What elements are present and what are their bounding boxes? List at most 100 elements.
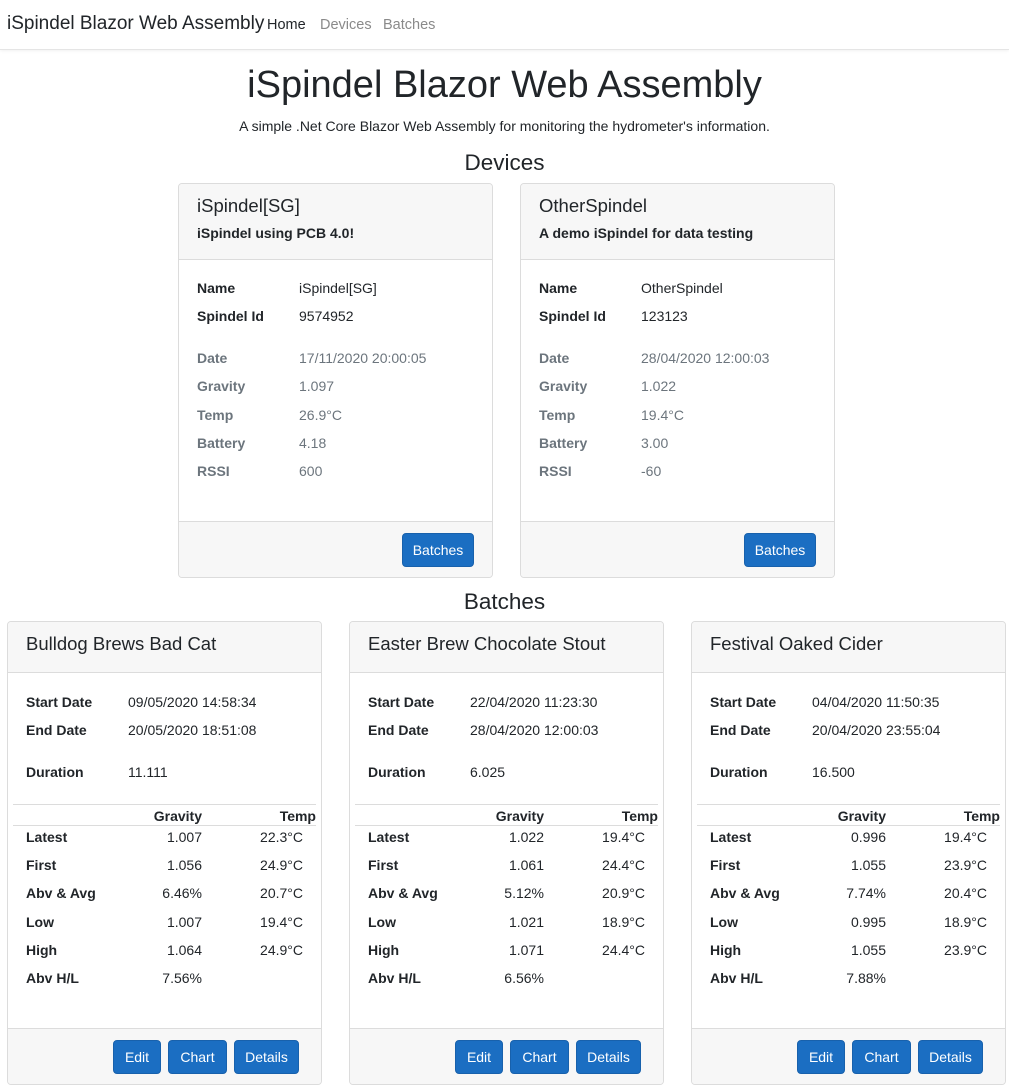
navbar-brand[interactable]: iSpindel Blazor Web Assembly — [7, 13, 264, 35]
row-label: Latest — [368, 829, 410, 845]
edit-button[interactable]: Edit — [455, 1040, 503, 1074]
batch-table-header: Gravity Temp — [697, 804, 1000, 826]
device-card: OtherSpindel A demo iSpindel for data te… — [520, 183, 835, 578]
row-temp: 24.9°C — [260, 857, 303, 873]
row-label: Latest — [26, 829, 68, 845]
row-label: High — [368, 942, 400, 958]
top-navbar: iSpindel Blazor Web Assembly Home Device… — [0, 0, 1009, 50]
device-card-header: OtherSpindel A demo iSpindel for data te… — [521, 184, 834, 260]
nav-link-batches[interactable]: Batches — [383, 17, 435, 33]
row-temp: 19.4°C — [260, 914, 303, 930]
row-gravity: 1.056 — [166, 857, 202, 873]
batch-card: Festival Oaked Cider Start Date 04/04/20… — [691, 621, 1006, 1085]
device-name-value: iSpindel[SG] — [299, 280, 377, 296]
device-batches-button[interactable]: Batches — [744, 533, 816, 567]
batch-duration-value: 11.111 — [128, 764, 168, 780]
batch-start-value: 22/04/2020 11:23:30 — [470, 694, 598, 710]
page-title: iSpindel Blazor Web Assembly — [247, 64, 762, 106]
col-gravity-header: Gravity — [837, 808, 886, 824]
batch-end-label: End Date — [710, 722, 771, 738]
nav-link-devices[interactable]: Devices — [320, 17, 372, 33]
row-temp: 23.9°C — [944, 857, 987, 873]
details-button[interactable]: Details — [576, 1040, 641, 1074]
batch-start-value: 09/05/2020 14:58:34 — [128, 694, 257, 710]
details-button[interactable]: Details — [234, 1040, 299, 1074]
device-name-label: Name — [539, 280, 578, 296]
row-label: First — [368, 857, 399, 873]
devices-heading: Devices — [464, 150, 545, 175]
row-gravity: 1.021 — [508, 914, 544, 930]
batch-duration-value: 6.025 — [470, 764, 506, 780]
device-title: iSpindel[SG] — [197, 195, 300, 216]
row-temp: 22.3°C — [260, 829, 303, 845]
row-temp: 20.9°C — [602, 885, 645, 901]
row-gravity: 0.995 — [850, 914, 886, 930]
device-id-label: Spindel Id — [197, 308, 264, 324]
row-gravity: 0.996 — [850, 829, 886, 845]
row-temp: 24.4°C — [602, 857, 645, 873]
col-temp-header: Temp — [621, 808, 658, 824]
row-gravity: 1.061 — [508, 857, 544, 873]
batch-card-header: Festival Oaked Cider — [692, 622, 1005, 673]
row-label: High — [26, 942, 58, 958]
batch-start-label: Start Date — [710, 694, 777, 710]
device-temp-value: 26.9°C — [299, 407, 342, 423]
batch-start-label: Start Date — [368, 694, 435, 710]
row-label: Low — [710, 914, 738, 930]
row-temp: 18.9°C — [602, 914, 645, 930]
row-temp: 20.7°C — [260, 885, 303, 901]
device-card-footer: Batches — [179, 521, 492, 577]
batch-duration-label: Duration — [26, 764, 84, 780]
batch-end-label: End Date — [26, 722, 87, 738]
device-rssi-value: -60 — [641, 463, 662, 479]
row-gravity: 7.74% — [846, 885, 886, 901]
row-gravity: 1.055 — [850, 857, 886, 873]
row-temp: 19.4°C — [602, 829, 645, 845]
chart-button[interactable]: Chart — [852, 1040, 911, 1074]
batch-title: Bulldog Brews Bad Cat — [26, 633, 217, 654]
row-temp: 24.4°C — [602, 942, 645, 958]
device-temp-value: 19.4°C — [641, 407, 684, 423]
batch-card-header: Bulldog Brews Bad Cat — [8, 622, 321, 673]
edit-button[interactable]: Edit — [797, 1040, 845, 1074]
row-label: Low — [26, 914, 54, 930]
device-battery-label: Battery — [197, 435, 246, 451]
batch-end-value: 20/04/2020 23:55:04 — [812, 722, 941, 738]
edit-button[interactable]: Edit — [113, 1040, 161, 1074]
row-temp: 19.4°C — [944, 829, 987, 845]
batch-card-footer: Edit Chart Details — [350, 1028, 663, 1084]
row-label: First — [26, 857, 57, 873]
batch-duration-label: Duration — [368, 764, 426, 780]
row-gravity: 7.88% — [846, 970, 886, 986]
row-gravity: 5.12% — [504, 885, 544, 901]
device-date-value: 28/04/2020 12:00:03 — [641, 350, 770, 366]
batch-end-value: 28/04/2020 12:00:03 — [470, 722, 599, 738]
details-button[interactable]: Details — [918, 1040, 983, 1074]
device-gravity-value: 1.097 — [299, 378, 335, 394]
row-label: Abv & Avg — [368, 885, 438, 901]
chart-button[interactable]: Chart — [168, 1040, 227, 1074]
batch-end-value: 20/05/2020 18:51:08 — [128, 722, 257, 738]
device-battery-value: 3.00 — [641, 435, 669, 451]
row-gravity: 7.56% — [162, 970, 202, 986]
device-gravity-label: Gravity — [539, 378, 588, 394]
device-battery-label: Battery — [539, 435, 588, 451]
row-gravity: 6.46% — [162, 885, 202, 901]
col-temp-header: Temp — [963, 808, 1000, 824]
chart-button[interactable]: Chart — [510, 1040, 569, 1074]
nav-link-home[interactable]: Home — [267, 17, 306, 33]
row-label: Abv & Avg — [26, 885, 96, 901]
device-batches-button[interactable]: Batches — [402, 533, 474, 567]
col-gravity-header: Gravity — [495, 808, 544, 824]
row-temp: 24.9°C — [260, 942, 303, 958]
row-gravity: 1.071 — [508, 942, 544, 958]
device-subtitle: iSpindel using PCB 4.0! — [197, 225, 355, 241]
device-card-header: iSpindel[SG] iSpindel using PCB 4.0! — [179, 184, 492, 260]
device-title: OtherSpindel — [539, 195, 647, 216]
col-gravity-header: Gravity — [153, 808, 202, 824]
row-gravity: 1.007 — [166, 914, 202, 930]
device-rssi-value: 600 — [299, 463, 323, 479]
batch-card-footer: Edit Chart Details — [692, 1028, 1005, 1084]
row-label: Low — [368, 914, 396, 930]
device-subtitle: A demo iSpindel for data testing — [539, 225, 754, 241]
